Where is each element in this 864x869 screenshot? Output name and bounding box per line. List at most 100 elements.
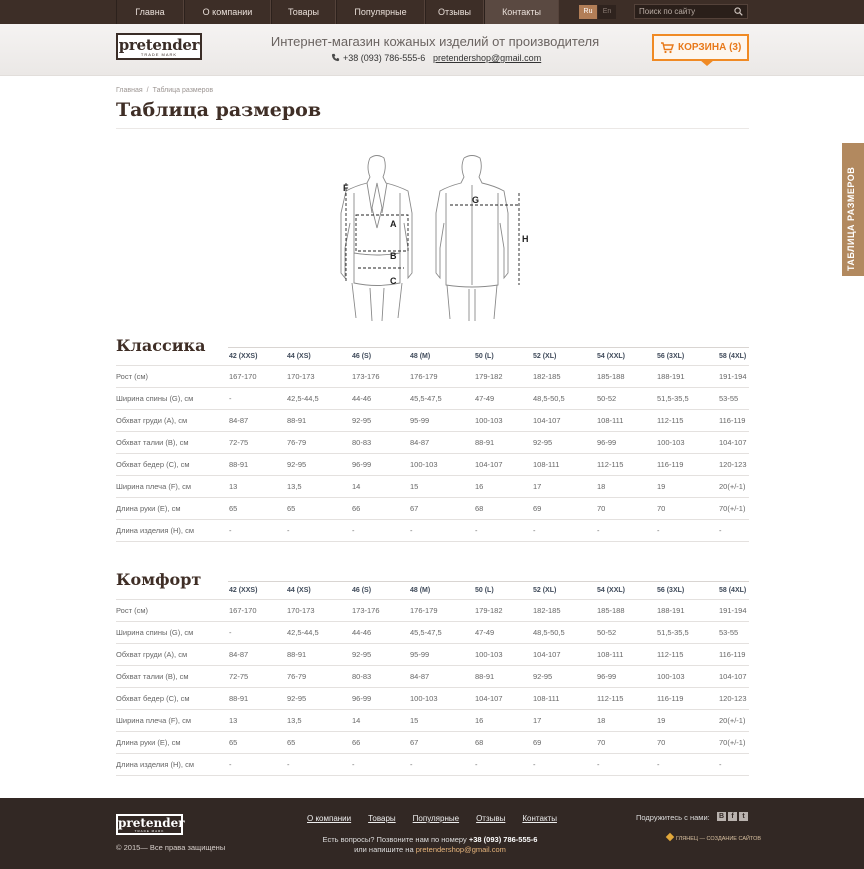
table-row: Рост (см) 167-170 170-173 173-176 176-179 179… xyxy=(116,366,749,388)
nav-item-about[interactable]: О компании xyxy=(184,0,271,24)
side-tab-label: ТАБЛИЦА РАЗМЕРОВ xyxy=(846,166,856,271)
cart-button[interactable]: КОРЗИНА (3) xyxy=(652,34,749,61)
table-row: Рост (см) 167-170 170-173 173-176 176-179 179… xyxy=(116,600,749,622)
search-box xyxy=(634,4,748,19)
table-cell: 92-95 xyxy=(287,694,307,703)
vk-icon[interactable]: В xyxy=(717,812,726,821)
table-header-row: 42 (XXS) 44 (XS) 46 (S) 48 (M) 50 (L) 52 (XL)… xyxy=(116,582,749,600)
footer-link-reviews[interactable]: Отзывы xyxy=(476,814,505,823)
table-row: Обхват груди (A), см 84-87 88-91 92-95 95-99… xyxy=(116,644,749,666)
footer-link-contacts[interactable]: Контакты xyxy=(522,814,557,823)
footer-logo-subtext: TRADE MARK xyxy=(134,829,165,833)
table-cell: 96-99 xyxy=(597,438,617,447)
row-label: Ширина спины (G), см xyxy=(116,628,194,637)
nav-item-home[interactable]: Главна xyxy=(116,0,184,24)
table-cell: - xyxy=(597,526,600,535)
size-header: 50 (L) xyxy=(475,587,494,594)
row-label: Ширина плеча (F), см xyxy=(116,482,191,491)
table-cell: 67 xyxy=(410,738,419,747)
nav-item-contacts[interactable]: Контакты xyxy=(484,0,559,24)
table-cell: - xyxy=(410,760,413,769)
table-cell: 167-170 xyxy=(229,372,257,381)
footer-contact-prefix: Есть вопросы? Позвоните нам по номеру xyxy=(322,835,467,844)
table-cell: 108-111 xyxy=(597,650,624,659)
table-cell: 88-91 xyxy=(229,460,249,469)
figure-label-c: C xyxy=(390,276,397,286)
table-cell: 108-111 xyxy=(533,694,560,703)
footer-email-link[interactable]: pretendershop@gmail.com xyxy=(416,845,506,854)
row-label: Рост (см) xyxy=(116,606,149,615)
lang-ru-button[interactable]: Ru xyxy=(579,5,597,19)
table-cell: 45,5-47,5 xyxy=(410,628,442,637)
lang-en-button[interactable]: En xyxy=(598,5,616,19)
facebook-icon[interactable]: f xyxy=(728,812,737,821)
size-header: 52 (XL) xyxy=(533,587,557,594)
table-cell: 112-115 xyxy=(657,416,684,425)
table-cell: 16 xyxy=(475,716,484,725)
table-cell: 20(+/-1) xyxy=(719,482,746,491)
table-cell: 72-75 xyxy=(229,672,249,681)
nav-item-popular[interactable]: Популярные xyxy=(336,0,425,24)
table-cell: 95-99 xyxy=(410,650,430,659)
table-row: Длина изделия (H), см - - - - - - - - - xyxy=(116,520,749,542)
table-row: Ширина плеча (F), см 13 13,5 14 15 16 17 18 19 20… xyxy=(116,476,749,498)
table-cell: 48,5-50,5 xyxy=(533,394,565,403)
table-cell: 100-103 xyxy=(410,694,438,703)
twitter-icon[interactable]: t xyxy=(739,812,748,821)
table-cell: 185-188 xyxy=(597,606,625,615)
table-row: Обхват талии (B), см 72-75 76-79 80-83 84-87… xyxy=(116,666,749,688)
table-row: Обхват груди (A), см 84-87 88-91 92-95 95-99… xyxy=(116,410,749,432)
table-cell: 66 xyxy=(352,504,361,513)
table-cell: 70 xyxy=(597,738,606,747)
logo[interactable]: pretender TRADE MARK xyxy=(116,33,202,60)
footer-logo[interactable]: pretender TRADE MARK xyxy=(116,814,185,835)
table-cell: 65 xyxy=(287,738,296,747)
size-header: 58 (4XL) xyxy=(719,353,747,360)
table-cell: 80-83 xyxy=(352,672,372,681)
table-cell: 100-103 xyxy=(475,416,503,425)
table-cell: 70 xyxy=(597,504,606,513)
table-cell: 47-49 xyxy=(475,628,495,637)
table-cell: 44-46 xyxy=(352,628,372,637)
table-cell: 53-55 xyxy=(719,628,739,637)
table-cell: 13,5 xyxy=(287,482,302,491)
top-navigation-bar: Главна О компании Товары Популярные Отзы… xyxy=(0,0,864,24)
nav-item-products[interactable]: Товары xyxy=(271,0,336,24)
table-cell: 185-188 xyxy=(597,372,625,381)
table-cell: 120-123 xyxy=(719,460,747,469)
size-header: 52 (XL) xyxy=(533,353,557,360)
table-cell: 100-103 xyxy=(657,438,685,447)
measurement-figure: F A E B C G H xyxy=(340,155,529,321)
footer-link-products[interactable]: Товары xyxy=(368,814,396,823)
table-cell: 47-49 xyxy=(475,394,495,403)
row-label: Обхват груди (A), см xyxy=(116,650,188,659)
table-cell: - xyxy=(657,760,660,769)
phone-icon xyxy=(331,53,340,62)
table-cell: 65 xyxy=(229,504,238,513)
table-cell: 68 xyxy=(475,504,484,513)
site-header: pretender TRADE MARK Интернет-магазин ко… xyxy=(0,24,864,76)
table-cell: 92-95 xyxy=(352,416,372,425)
size-table-side-tab[interactable]: ТАБЛИЦА РАЗМЕРОВ xyxy=(842,143,864,276)
search-input[interactable] xyxy=(639,6,729,17)
table-cell: 170-173 xyxy=(287,372,315,381)
footer-link-popular[interactable]: Популярные xyxy=(413,814,459,823)
developer-credit[interactable]: ГЛЯНЕЦ — СОЗДАНИЕ САЙТОВ xyxy=(665,832,761,842)
footer-link-about[interactable]: О компании xyxy=(307,814,351,823)
header-email-link[interactable]: pretendershop@gmail.com xyxy=(433,53,541,63)
footer-logo-text: pretender xyxy=(118,816,185,830)
table-cell: 104-107 xyxy=(533,416,561,425)
table-cell: 176-179 xyxy=(410,606,438,615)
nav-item-reviews[interactable]: Отзывы xyxy=(425,0,484,24)
table-cell: 16 xyxy=(475,482,484,491)
breadcrumb-current: Таблица размеров xyxy=(152,87,214,94)
table-cell: 19 xyxy=(657,482,666,491)
table-cell: 50-52 xyxy=(597,628,617,637)
table-cell: 170-173 xyxy=(287,606,315,615)
size-header: 56 (3XL) xyxy=(657,353,685,360)
table-cell: 116-119 xyxy=(657,694,684,703)
search-icon[interactable] xyxy=(734,7,743,16)
breadcrumb-separator: / xyxy=(146,87,149,94)
breadcrumb-home-link[interactable]: Главная xyxy=(116,87,143,94)
table-cell: 112-115 xyxy=(597,460,624,469)
